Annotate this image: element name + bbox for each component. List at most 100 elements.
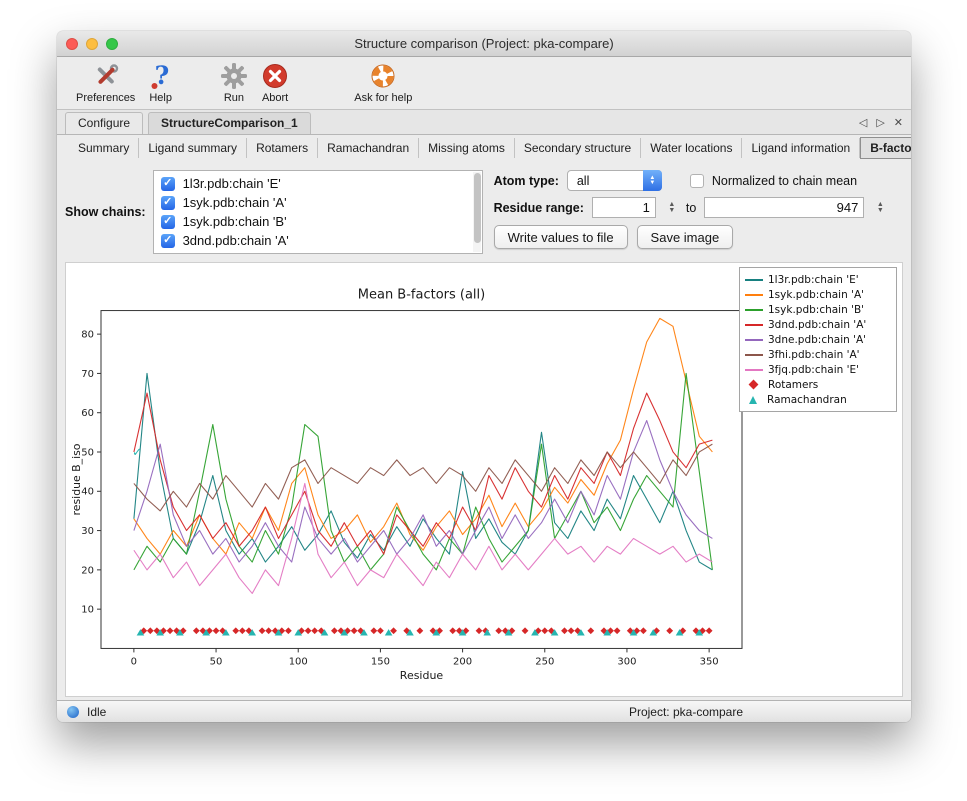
zoom-window-button[interactable] bbox=[106, 38, 118, 50]
chain-checkbox[interactable] bbox=[161, 177, 175, 191]
subtab-summary[interactable]: Summary bbox=[69, 138, 139, 158]
svg-text:Mean B-factors (all): Mean B-factors (all) bbox=[358, 288, 485, 303]
svg-text:50: 50 bbox=[210, 656, 223, 667]
atom-type-value: all bbox=[577, 174, 590, 188]
chain-row[interactable]: 3dnd.pdb:chain 'A' bbox=[154, 231, 482, 250]
bfactor-controls: Show chains: 1l3r.pdb:chain 'E' 1syk.pdb… bbox=[57, 161, 911, 262]
subtab-rotamers[interactable]: Rotamers bbox=[247, 138, 318, 158]
subtab-secondary-structure[interactable]: Secondary structure bbox=[515, 138, 641, 158]
abort-icon bbox=[262, 61, 288, 91]
chain-checkbox[interactable] bbox=[161, 234, 175, 248]
task-tab-bar: Configure StructureComparison_1 ◁ ▷ ✕ bbox=[57, 110, 911, 135]
svg-text:250: 250 bbox=[535, 656, 554, 667]
residue-from-input[interactable] bbox=[592, 197, 656, 218]
svg-text:residue B_iso: residue B_iso bbox=[70, 443, 83, 515]
chevron-updown-icon: ▲▼ bbox=[643, 170, 662, 191]
normalized-checkbox[interactable] bbox=[690, 174, 704, 188]
svg-text:50: 50 bbox=[81, 448, 94, 459]
legend-entry: Rotamers bbox=[745, 377, 891, 392]
chain-label: 1syk.pdb:chain 'B' bbox=[183, 214, 287, 229]
app-window: Structure comparison (Project: pka-compa… bbox=[57, 31, 911, 722]
svg-text:200: 200 bbox=[453, 656, 472, 667]
tab-configure[interactable]: Configure bbox=[65, 112, 143, 134]
write-values-button[interactable]: Write values to file bbox=[494, 225, 628, 249]
legend-entry: 3fjq.pdb:chain 'E' bbox=[745, 362, 891, 377]
tab-next-icon[interactable]: ▷ bbox=[876, 116, 884, 129]
legend-entry: 3fhi.pdb:chain 'A' bbox=[745, 347, 891, 362]
svg-text:Residue: Residue bbox=[400, 669, 444, 682]
tab-close-icon[interactable]: ✕ bbox=[894, 116, 903, 129]
subtab-water-locations[interactable]: Water locations bbox=[641, 138, 742, 158]
residue-to-input[interactable] bbox=[704, 197, 864, 218]
residue-range-label: Residue range: bbox=[494, 201, 584, 215]
chain-row[interactable]: 1syk.pdb:chain 'B' bbox=[154, 212, 482, 231]
options-group: Atom type: all ▲▼ Normalized to chain me… bbox=[494, 170, 887, 254]
window-controls bbox=[66, 38, 118, 50]
gear-icon bbox=[220, 61, 248, 91]
svg-text:✓: ✓ bbox=[132, 445, 142, 459]
svg-text:100: 100 bbox=[289, 656, 308, 667]
subtab-missing-atoms[interactable]: Missing atoms bbox=[419, 138, 515, 158]
atom-type-label: Atom type: bbox=[494, 174, 559, 188]
svg-text:40: 40 bbox=[81, 487, 94, 498]
help-icon: ? bbox=[150, 61, 172, 91]
chain-checkbox[interactable] bbox=[161, 215, 175, 229]
save-image-button[interactable]: Save image bbox=[637, 225, 734, 249]
subtab-ligand-summary[interactable]: Ligand summary bbox=[139, 138, 247, 158]
chain-row[interactable]: 1syk.pdb:chain 'A' bbox=[154, 193, 482, 212]
subtab-ramachandran[interactable]: Ramachandran bbox=[318, 138, 419, 158]
legend-entry: 1syk.pdb:chain 'B' bbox=[745, 302, 891, 317]
tab-nav-controls: ◁ ▷ ✕ bbox=[859, 116, 903, 134]
ask-for-help-button[interactable]: Ask for help bbox=[347, 61, 419, 104]
preferences-button[interactable]: Preferences bbox=[69, 61, 142, 104]
subtab-ligand-information[interactable]: Ligand information bbox=[742, 138, 860, 158]
svg-text:60: 60 bbox=[81, 408, 94, 419]
title-bar[interactable]: Structure comparison (Project: pka-compa… bbox=[57, 31, 911, 57]
svg-text:70: 70 bbox=[81, 369, 94, 380]
toolbar: Preferences ? Help bbox=[57, 57, 911, 110]
subtab-b-factors[interactable]: B-factors bbox=[860, 137, 911, 159]
status-text: Idle bbox=[87, 705, 106, 719]
run-button[interactable]: Run bbox=[213, 61, 255, 104]
svg-text:0: 0 bbox=[131, 656, 137, 667]
normalized-label: Normalized to chain mean bbox=[712, 174, 857, 188]
lifebuoy-icon bbox=[370, 61, 396, 91]
abort-button[interactable]: Abort bbox=[255, 61, 295, 104]
chain-list[interactable]: 1l3r.pdb:chain 'E' 1syk.pdb:chain 'A' 1s… bbox=[153, 170, 483, 254]
minimize-window-button[interactable] bbox=[86, 38, 98, 50]
tab-structure-comparison-1[interactable]: StructureComparison_1 bbox=[148, 112, 311, 134]
help-label: Help bbox=[149, 92, 172, 104]
report-tab-bar: Summary Ligand summary Rotamers Ramachan… bbox=[57, 135, 911, 161]
chain-list-scrollbar[interactable] bbox=[473, 172, 481, 252]
stepper-updown-icon[interactable]: ▲▼ bbox=[666, 197, 678, 218]
chain-label: 1syk.pdb:chain 'A' bbox=[183, 195, 287, 210]
preferences-label: Preferences bbox=[76, 92, 135, 104]
abort-label: Abort bbox=[262, 92, 288, 104]
legend-entry: 3dnd.pdb:chain 'A' bbox=[745, 317, 891, 332]
close-window-button[interactable] bbox=[66, 38, 78, 50]
tools-icon bbox=[93, 61, 119, 91]
svg-text:10: 10 bbox=[81, 605, 94, 616]
stepper-updown-icon[interactable]: ▲▼ bbox=[874, 197, 886, 218]
svg-text:300: 300 bbox=[617, 656, 636, 667]
scrollbar-thumb[interactable] bbox=[474, 173, 481, 243]
legend-entry: 1l3r.pdb:chain 'E' bbox=[745, 272, 891, 287]
project-label: Project: pka-compare bbox=[629, 705, 743, 719]
ask-for-help-label: Ask for help bbox=[354, 92, 412, 104]
svg-text:150: 150 bbox=[371, 656, 390, 667]
run-label: Run bbox=[224, 92, 244, 104]
atom-type-select[interactable]: all ▲▼ bbox=[567, 170, 662, 191]
svg-text:30: 30 bbox=[81, 526, 94, 537]
show-chains-label: Show chains: bbox=[65, 205, 146, 219]
legend-entry: Ramachandran bbox=[745, 392, 891, 407]
legend-entry: 3dne.pdb:chain 'A' bbox=[745, 332, 891, 347]
status-bar: Idle Project: pka-compare bbox=[57, 700, 911, 722]
chain-checkbox[interactable] bbox=[161, 196, 175, 210]
tab-prev-icon[interactable]: ◁ bbox=[859, 116, 867, 129]
chart-legend: 1l3r.pdb:chain 'E'1syk.pdb:chain 'A'1syk… bbox=[739, 267, 897, 412]
help-button[interactable]: ? Help bbox=[142, 61, 179, 104]
svg-text:350: 350 bbox=[700, 656, 719, 667]
svg-text:20: 20 bbox=[81, 565, 94, 576]
window-title: Structure comparison (Project: pka-compa… bbox=[57, 31, 911, 56]
chain-row[interactable]: 1l3r.pdb:chain 'E' bbox=[154, 174, 482, 193]
